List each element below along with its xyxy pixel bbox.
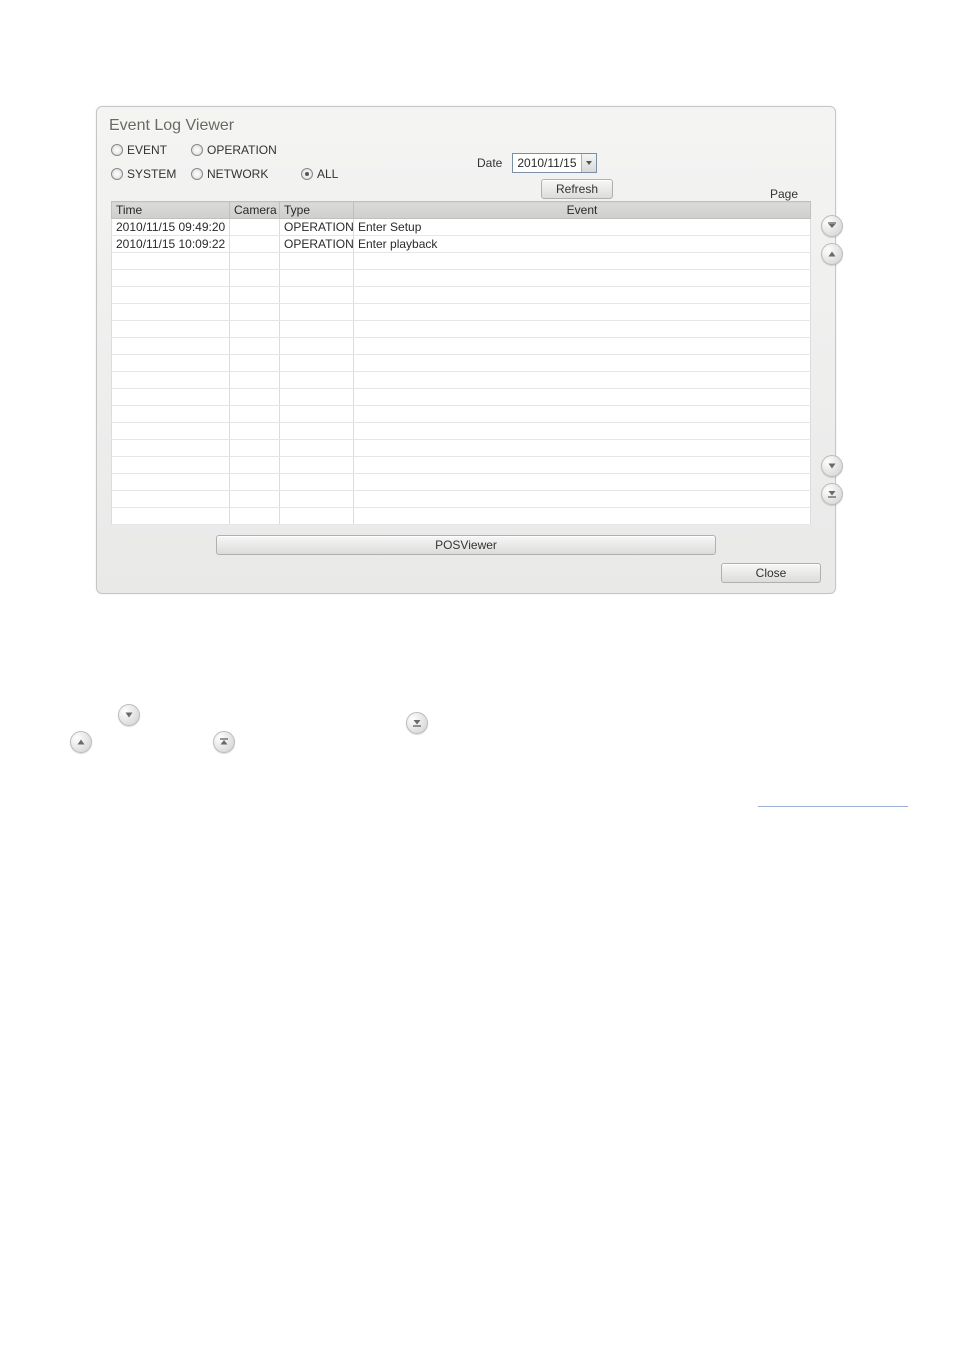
- col-time[interactable]: Time: [112, 202, 230, 219]
- radio-event[interactable]: EVENT: [111, 143, 191, 157]
- table-row: [112, 321, 811, 338]
- cell-time: 2010/11/15 09:49:20: [112, 219, 230, 236]
- col-type[interactable]: Type: [280, 202, 354, 219]
- triangle-down-icon: [827, 461, 837, 471]
- page-first-button[interactable]: [821, 215, 843, 237]
- cell-time: 2010/11/15 10:09:22: [112, 236, 230, 253]
- footer-row: POSViewer: [97, 533, 835, 563]
- radio-system[interactable]: SYSTEM: [111, 167, 191, 181]
- table-row: [112, 338, 811, 355]
- filter-group: EVENT OPERATION SYSTEM NETWORK: [97, 143, 835, 181]
- table-row: [112, 287, 811, 304]
- table-row: [112, 474, 811, 491]
- radio-dot-icon: [191, 168, 203, 180]
- close-button[interactable]: Close: [721, 563, 821, 583]
- cell-type: OPERATION: [280, 236, 354, 253]
- radio-dot-icon: [111, 144, 123, 156]
- standalone-last-button[interactable]: [406, 712, 428, 734]
- posviewer-button[interactable]: POSViewer: [216, 535, 716, 555]
- date-dropdown-button[interactable]: [581, 154, 596, 172]
- page-last-icon: [827, 489, 837, 499]
- date-area: Date 2010/11/15 Refresh: [477, 153, 613, 199]
- radio-operation[interactable]: OPERATION: [191, 143, 301, 157]
- titlebar: Event Log Viewer: [97, 107, 835, 143]
- table-row: [112, 491, 811, 508]
- table-row: [112, 304, 811, 321]
- table-row[interactable]: 2010/11/15 10:09:22 OPERATIONEnter playba…: [112, 236, 811, 253]
- radio-dot-icon: [111, 168, 123, 180]
- scroll-button-group: [821, 215, 843, 505]
- standalone-up-button[interactable]: [70, 731, 92, 753]
- table-row: [112, 457, 811, 474]
- table-row: [112, 508, 811, 525]
- col-camera[interactable]: Camera: [230, 202, 280, 219]
- table-header-row: Time Camera Type Event: [112, 202, 811, 219]
- standalone-down-button[interactable]: [118, 704, 140, 726]
- page-last-icon: [412, 718, 422, 728]
- table-row: [112, 372, 811, 389]
- divider-line: [758, 806, 908, 807]
- radio-dot-icon: [191, 144, 203, 156]
- radio-network-label: NETWORK: [207, 167, 268, 181]
- cell-type: OPERATION: [280, 219, 354, 236]
- cell-camera: [230, 219, 280, 236]
- event-log-viewer-window: Event Log Viewer EVENT OPERATION SYSTEM: [96, 106, 836, 594]
- log-table-wrap: Time Camera Type Event 2010/11/15 09:49:…: [111, 201, 821, 525]
- table-row[interactable]: 2010/11/15 09:49:20 OPERATIONEnter Setup: [112, 219, 811, 236]
- cell-event: Enter Setup: [354, 219, 811, 236]
- date-value: 2010/11/15: [517, 156, 576, 170]
- radio-system-label: SYSTEM: [127, 167, 176, 181]
- radio-event-label: EVENT: [127, 143, 167, 157]
- radio-all-label: ALL: [317, 167, 338, 181]
- table-row: [112, 355, 811, 372]
- log-table: Time Camera Type Event 2010/11/15 09:49:…: [111, 201, 811, 525]
- cell-camera: [230, 236, 280, 253]
- window-title: Event Log Viewer: [109, 117, 234, 134]
- radio-network[interactable]: NETWORK: [191, 167, 301, 181]
- table-row: [112, 406, 811, 423]
- table-row: [112, 423, 811, 440]
- page-first-icon: [827, 221, 837, 231]
- col-event[interactable]: Event: [354, 202, 811, 219]
- radio-operation-label: OPERATION: [207, 143, 277, 157]
- page-last-button[interactable]: [821, 483, 843, 505]
- triangle-down-icon: [124, 710, 134, 720]
- radio-dot-selected-icon: [301, 168, 313, 180]
- triangle-up-icon: [827, 249, 837, 259]
- refresh-button[interactable]: Refresh: [541, 179, 613, 199]
- close-row: Close: [97, 563, 835, 593]
- radio-all[interactable]: ALL: [301, 167, 361, 181]
- page-label: Page: [763, 187, 805, 201]
- date-label: Date: [477, 156, 502, 170]
- page-down-button[interactable]: [821, 455, 843, 477]
- page-first-icon: [219, 737, 229, 747]
- standalone-first-button[interactable]: [213, 731, 235, 753]
- table-row: [112, 270, 811, 287]
- page-up-button[interactable]: [821, 243, 843, 265]
- table-row: [112, 440, 811, 457]
- cell-event: Enter playback: [354, 236, 811, 253]
- date-field[interactable]: 2010/11/15: [512, 153, 596, 173]
- triangle-up-icon: [76, 737, 86, 747]
- table-row: [112, 253, 811, 270]
- table-row: [112, 389, 811, 406]
- chevron-down-icon: [586, 161, 592, 165]
